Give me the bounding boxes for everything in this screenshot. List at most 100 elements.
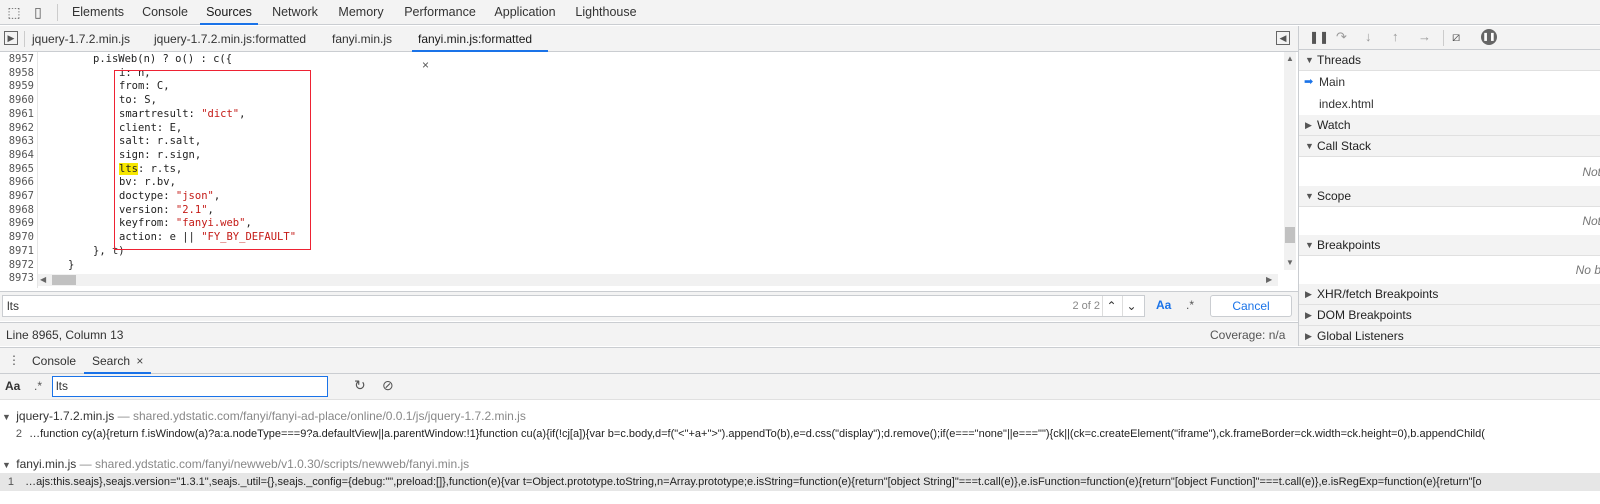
line-number: 8961 <box>8 107 34 120</box>
scroll-right-icon[interactable]: ▶ <box>1266 275 1272 284</box>
empty-message: Not <box>1582 214 1600 228</box>
tab-performance[interactable]: Performance <box>398 0 482 25</box>
step-icon[interactable]: → <box>1418 29 1431 44</box>
section-call-stack[interactable]: ▼ Call Stack <box>1299 136 1600 157</box>
scrollbar-thumb[interactable] <box>1285 227 1295 243</box>
section-label: Threads <box>1317 53 1362 67</box>
scrollbar-thumb[interactable] <box>52 275 76 285</box>
clear-icon[interactable]: ⊘ <box>382 377 394 394</box>
tab-sources[interactable]: Sources <box>200 0 258 25</box>
tab-elements[interactable]: Elements <box>66 0 130 25</box>
scroll-down-icon[interactable]: ▼ <box>1286 258 1294 267</box>
line-number: 8969 <box>8 217 34 230</box>
step-into-icon[interactable]: ↓ <box>1365 29 1372 44</box>
find-input[interactable]: lts 2 of 2 ⌃ ⌄ <box>2 295 1145 317</box>
drawer-tab-label: Search <box>92 354 131 368</box>
line-number: 8972 <box>8 258 34 271</box>
expand-triangle-icon: ▼ <box>1305 55 1314 65</box>
collapse-triangle-icon: ▶ <box>1305 289 1312 299</box>
drawer-tab-search[interactable]: Search × <box>84 348 152 374</box>
chevron-up-icon[interactable]: ⌃ <box>1102 296 1120 316</box>
pause-icon[interactable]: ❚❚ <box>1309 30 1329 44</box>
breakpoints-empty: No b <box>1299 256 1600 284</box>
chevron-down-icon[interactable]: ⌄ <box>1122 296 1140 316</box>
thread-main[interactable]: ➡ Main <box>1299 71 1600 93</box>
more-options-icon[interactable]: ⋮ <box>8 353 20 367</box>
file-tab-jquery[interactable]: jquery-1.7.2.min.js <box>26 26 136 52</box>
code-line: p.isWeb(n) ? o() : c({ <box>93 53 233 65</box>
match-case-button[interactable]: Aa <box>5 379 20 393</box>
toggle-navigator-icon[interactable]: ▶ <box>4 31 18 45</box>
expand-triangle-icon: ▼ <box>2 412 11 422</box>
empty-message: Not <box>1582 165 1600 179</box>
file-tab-fanyi-formatted[interactable]: fanyi.min.js:formatted × <box>412 26 548 72</box>
section-breakpoints[interactable]: ▼ Breakpoints <box>1299 235 1600 256</box>
result-file-header[interactable]: ▼ fanyi.min.js — shared.ydstatic.com/fan… <box>0 455 1600 473</box>
match-case-button[interactable]: Aa <box>1156 298 1171 312</box>
refresh-icon[interactable]: ↻ <box>354 377 366 394</box>
pause-on-exceptions-icon[interactable]: ❚❚ <box>1481 29 1497 45</box>
file-tab-fanyi[interactable]: fanyi.min.js <box>326 26 398 52</box>
result-line[interactable]: 2 …function cy(a){return f.isWindow(a)?a… <box>0 425 1600 443</box>
section-scope[interactable]: ▼ Scope <box>1299 186 1600 207</box>
tab-application[interactable]: Application <box>488 0 562 25</box>
call-stack-empty: Not <box>1299 158 1600 186</box>
section-watch[interactable]: ▶ Watch <box>1299 115 1600 136</box>
result-file-name: fanyi.min.js <box>16 457 77 471</box>
section-label: DOM Breakpoints <box>1317 308 1412 322</box>
inspect-element-icon[interactable]: ⬚ <box>6 4 22 20</box>
tab-network[interactable]: Network <box>266 0 324 25</box>
cancel-button[interactable]: Cancel <box>1210 295 1292 317</box>
collapse-triangle-icon: ▶ <box>1305 310 1312 320</box>
thread-label: Main <box>1319 75 1346 89</box>
tab-lighthouse[interactable]: Lighthouse <box>570 0 642 25</box>
scroll-left-icon[interactable]: ◀ <box>40 275 46 284</box>
thread-label: index.html <box>1319 97 1374 111</box>
empty-message: No b <box>1575 263 1600 277</box>
line-number: 8971 <box>8 244 34 257</box>
regex-button[interactable]: .* <box>34 379 42 393</box>
drawer-tab-console[interactable]: Console <box>24 348 84 374</box>
expand-triangle-icon: ▼ <box>1305 191 1314 201</box>
section-label: Global Listeners <box>1317 329 1404 343</box>
result-line-number: 1 <box>7 476 14 488</box>
global-search-input[interactable]: lts <box>52 376 328 397</box>
tab-console[interactable]: Console <box>137 0 193 25</box>
line-number: 8959 <box>8 80 34 93</box>
deactivate-breakpoints-icon[interactable]: ⧄ <box>1452 29 1460 45</box>
vertical-scrollbar[interactable]: ▲ ▼ <box>1284 52 1296 270</box>
regex-button[interactable]: .* <box>1186 298 1194 312</box>
thread-index[interactable]: index.html <box>1299 93 1600 115</box>
section-dom-breakpoints[interactable]: ▶ DOM Breakpoints <box>1299 305 1600 326</box>
result-file-header[interactable]: ▼ jquery-1.7.2.min.js — shared.ydstatic.… <box>0 407 1600 425</box>
cursor-position: Line 8965, Column 13 <box>6 328 124 342</box>
section-global-listeners[interactable]: ▶ Global Listeners <box>1299 326 1600 346</box>
step-over-icon[interactable]: ↷ <box>1336 29 1347 45</box>
close-icon[interactable]: × <box>136 354 143 368</box>
section-xhr-breakpoints[interactable]: ▶ XHR/fetch Breakpoints <box>1299 284 1600 305</box>
device-toolbar-icon[interactable]: ▯ <box>30 4 46 20</box>
line-number: 8967 <box>8 190 34 202</box>
toggle-debugger-icon[interactable]: ◀ <box>1276 31 1290 45</box>
tab-memory[interactable]: Memory <box>332 0 390 25</box>
step-out-icon[interactable]: ↑ <box>1392 29 1399 44</box>
collapse-triangle-icon: ▶ <box>1305 120 1312 130</box>
find-input-value: lts <box>7 299 19 313</box>
line-number: 8962 <box>8 121 34 134</box>
scope-empty: Not <box>1299 207 1600 235</box>
expand-triangle-icon: ▼ <box>1305 141 1314 151</box>
find-bar: lts 2 of 2 ⌃ ⌄ Aa .* Cancel <box>0 291 1298 321</box>
result-line[interactable]: 1 …ajs:this.seajs},seajs.version="1.3.1"… <box>0 473 1600 491</box>
editor-file-tabs: ▶ jquery-1.7.2.min.js jquery-1.7.2.min.j… <box>0 26 1328 72</box>
line-number: 8966 <box>8 176 34 189</box>
annotation-box <box>114 70 311 250</box>
scroll-up-icon[interactable]: ▲ <box>1286 54 1294 63</box>
match-count: 2 of 2 <box>1072 300 1100 312</box>
file-tab-label: fanyi.min.js:formatted <box>418 32 533 46</box>
result-line-text: …ajs:this.seajs},seajs.version="1.3.1",s… <box>25 476 1482 488</box>
section-threads[interactable]: ▼ Threads <box>1299 50 1600 71</box>
drawer-tabs: ⋮ Console Search × <box>0 348 1600 374</box>
devtools-top-bar: ⬚ ▯ Elements Console Sources Network Mem… <box>0 0 1600 25</box>
horizontal-scrollbar[interactable]: ◀ ▶ <box>38 274 1278 286</box>
file-tab-jquery-formatted[interactable]: jquery-1.7.2.min.js:formatted <box>148 26 312 52</box>
